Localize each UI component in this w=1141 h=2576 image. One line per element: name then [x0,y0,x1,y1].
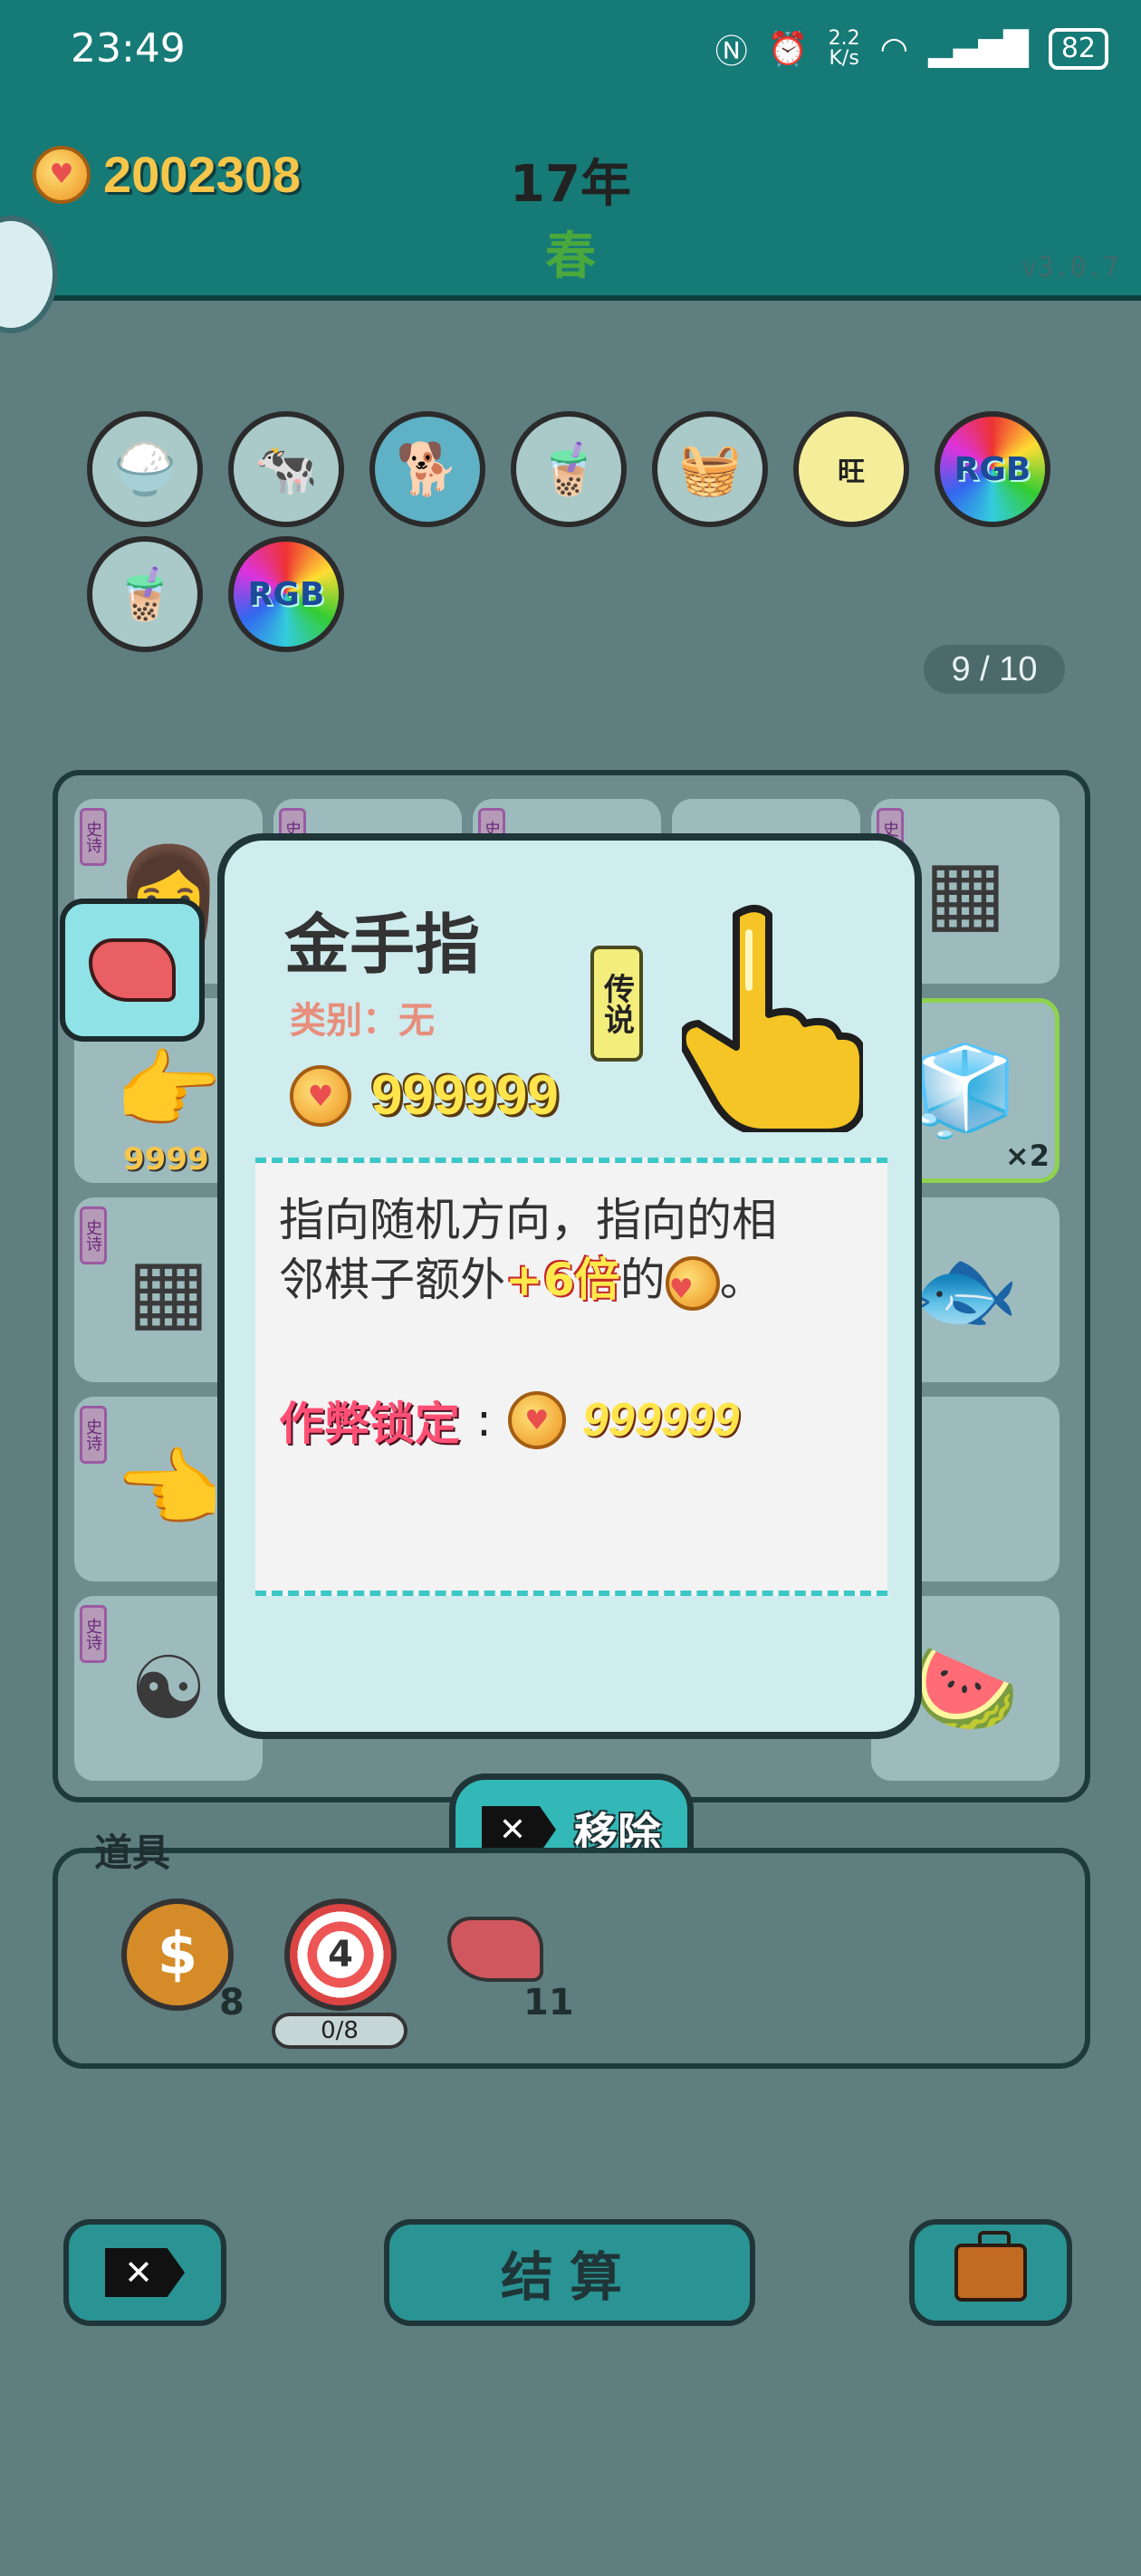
bagua-icon: ☯ [129,1638,208,1739]
golden-finger-icon [682,905,863,1132]
dollar-tool-count: 8 [219,1982,244,2023]
gpu-icon: ▦ [127,1239,210,1341]
close-icon: ✕ [105,2248,185,2297]
wang-tiles-icon[interactable]: 旺 [793,411,909,527]
liver-icon [89,938,176,1002]
coin-counter: ♥ 2002308 [33,145,301,204]
version-label: v3.0.7 [1021,252,1119,284]
wifi-icon: ◠ [879,30,909,68]
close-icon: ✕ [481,1806,556,1853]
item-category: 类别：无 [290,1000,435,1042]
status-time: 23:49 [71,25,186,72]
fruit-basket-icon[interactable]: 🧺 [652,411,768,527]
nfc-icon: Ⓝ [714,34,748,71]
epic-tag: 史诗 [80,1605,107,1663]
epic-tag: 史诗 [80,1406,107,1464]
signal-icon: ▂▄▆█ [928,30,1029,68]
status-icons: Ⓝ ⏰ 2.2 K/s ◠ ▂▄▆█ 82 [715,25,1108,72]
tools-label: 道具 [94,1831,171,1875]
rarity-badge: 传说 [590,946,643,1062]
bubble-tea-icon[interactable]: 🧋 [87,536,203,652]
koi-fish-icon: 🐟 [911,1238,1020,1341]
game-header: ♥ 2002308 17年 春 v3.0.7 [0,107,1141,333]
pointing-hand-gray-icon: 👈 [114,1437,223,1540]
season-label: 春 [545,227,596,286]
rice-bowl-icon[interactable]: 🍚 [87,411,203,527]
item-capacity: 9 / 10 [924,645,1065,694]
alarm-icon: ⏰ [767,31,809,68]
cheat-lock-value: 999999 [581,1394,740,1447]
pause-button[interactable] [0,216,58,333]
coin-icon: ♥ [290,1064,351,1127]
item-name: 金手指 [284,907,481,983]
epic-tag: 史诗 [80,808,107,866]
gpu-icon: ▦ [924,841,1007,942]
backpack-button[interactable] [909,2219,1072,2326]
pointing-hand-icon: 👉 [114,1039,223,1141]
liver-tool-button[interactable] [60,899,205,1042]
watermelon-icon: 🍉 [911,1637,1020,1739]
coin-total: 2002308 [103,146,302,203]
item-description: 指向随机方向，指向的相 邻棋子额外+6倍的 ♥。 作弊锁定 : ♥ 999999 [255,1158,887,1596]
net-speed: 2.2 K/s [828,27,860,70]
cool-dog-icon[interactable]: 🐕 [369,411,485,527]
status-bar: 23:49 Ⓝ ⏰ 2.2 K/s ◠ ▂▄▆█ 82 [0,0,1141,107]
cheat-lock-label: 作弊锁定 [279,1398,460,1450]
liver-tool[interactable] [447,1917,543,1982]
target-tool[interactable]: 4 [284,1898,397,2011]
item-price: ♥ 999999 [290,1063,559,1128]
briefcase-icon [954,2231,1027,2302]
liver-tool-count: 11 [523,1982,574,2023]
coin-icon: ♥ [665,1255,720,1311]
rgb-icon[interactable]: RGB [935,411,1050,527]
epic-tag: 史诗 [80,1206,107,1264]
cheat-lock-row: 作弊锁定 : ♥ 999999 [279,1388,739,1453]
bonus-highlight: +6倍 [505,1254,620,1306]
battery-indicator: 82 [1048,28,1108,70]
description-text: 指向随机方向，指向的相 邻棋子额外+6倍的 ♥。 [279,1190,868,1311]
coin-icon: ♥ [507,1391,566,1449]
target-progress: 0/8 [272,2013,408,2049]
multiplier-badge: ×2 [1004,1139,1050,1173]
item-detail-card: 金手指 类别：无 传说 ♥ 999999 指向随机方向，指向的相 邻棋子额外+6… [217,833,922,1739]
coin-icon: ♥ [33,145,91,204]
tools-panel: $ 8 4 0/8 11 [53,1848,1090,2069]
rgb-icon[interactable]: RGB [228,536,344,652]
cows-icon[interactable]: 🐄 [228,411,344,527]
cell-value: 9999 [123,1141,209,1177]
settle-button[interactable]: 结算 [384,2219,755,2326]
dollar-coin-tool[interactable]: $ [121,1898,234,2011]
item-price-value: 999999 [371,1064,559,1127]
bubble-tea-icon[interactable]: 🧋 [511,411,627,527]
king-fridge-icon: 🧊 [911,1039,1020,1141]
year-label: 17年 [510,155,631,214]
exit-button[interactable]: ✕ [63,2219,226,2326]
